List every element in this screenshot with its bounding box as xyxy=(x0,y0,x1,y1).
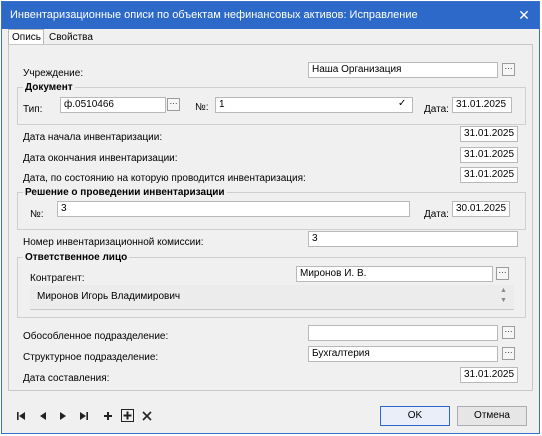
type-label: Тип: xyxy=(23,104,43,115)
responsible-group-title: Ответственное лицо xyxy=(23,252,130,264)
type-field[interactable]: ф.0510466 xyxy=(60,97,166,113)
separate-division-field[interactable] xyxy=(308,325,498,341)
inv-state-field[interactable]: 31.01.2025 xyxy=(460,167,518,183)
next-record-icon[interactable] xyxy=(57,410,69,422)
commission-label: Номер инвентаризационной комиссии: xyxy=(23,237,204,248)
scroll-up-icon[interactable]: ▲ xyxy=(500,287,507,294)
counterparty-fullname: Миронов Игорь Владимирович xyxy=(37,291,181,302)
inv-end-field[interactable]: 31.01.2025 xyxy=(460,147,518,163)
counterparty-fullname-box: Миронов Игорь Владимирович ▲ ▼ xyxy=(30,285,514,310)
decision-date-label: Дата: xyxy=(424,209,449,220)
document-group-title: Документ xyxy=(23,82,75,94)
date-field[interactable]: 31.01.2025 xyxy=(452,97,512,113)
compiled-date-label: Дата составления: xyxy=(23,373,110,384)
institution-field[interactable]: Наша Организация xyxy=(308,62,498,78)
separate-division-select-button[interactable]: ··· xyxy=(502,326,515,339)
decision-number-label: №: xyxy=(30,209,44,220)
check-icon[interactable]: ✓ xyxy=(398,98,406,109)
separate-division-label: Обособленное подразделение: xyxy=(23,331,169,342)
window-title: Инвентаризационные описи по объектам неф… xyxy=(10,9,418,21)
number-field[interactable]: 1 xyxy=(215,97,413,113)
inv-state-label: Дата, по состоянию на которую проводится… xyxy=(23,173,306,184)
structural-division-select-button[interactable]: ··· xyxy=(502,347,515,360)
commission-field[interactable]: 3 xyxy=(308,231,518,247)
title-bar: Инвентаризационные описи по объектам неф… xyxy=(2,2,539,29)
tab-properties[interactable]: Свойства xyxy=(46,30,94,45)
cancel-button[interactable]: Отмена xyxy=(457,406,527,426)
add-boxed-icon[interactable] xyxy=(121,409,134,422)
inv-start-field[interactable]: 31.01.2025 xyxy=(460,126,518,142)
decision-number-field[interactable]: 3 xyxy=(57,201,410,217)
first-record-icon[interactable] xyxy=(15,410,27,422)
structural-division-field[interactable]: Бухгалтерия xyxy=(308,346,498,362)
inv-start-label: Дата начала инвентаризации: xyxy=(23,132,163,143)
ok-button[interactable]: OK xyxy=(380,406,450,426)
type-select-button[interactable]: ··· xyxy=(167,98,180,111)
counterparty-field[interactable]: Миронов И. В. xyxy=(296,266,493,282)
last-record-icon[interactable] xyxy=(78,410,90,422)
compiled-date-field[interactable]: 31.01.2025 xyxy=(460,367,518,383)
institution-select-button[interactable]: ··· xyxy=(502,63,515,76)
number-label: №: xyxy=(195,102,209,113)
prev-record-icon[interactable] xyxy=(37,410,49,422)
inv-end-label: Дата окончания инвентаризации: xyxy=(23,153,178,164)
add-icon[interactable] xyxy=(102,410,114,422)
counterparty-select-button[interactable]: ··· xyxy=(496,267,509,280)
decision-date-field[interactable]: 30.01.2025 xyxy=(452,201,510,217)
close-icon[interactable]: ✕ xyxy=(515,6,533,24)
dialog-window: Инвентаризационные описи по объектам неф… xyxy=(1,1,540,434)
counterparty-label: Контрагент: xyxy=(30,273,85,284)
date-label: Дата: xyxy=(424,104,449,115)
form-panel: Учреждение: Наша Организация ··· Докумен… xyxy=(8,44,533,391)
institution-label: Учреждение: xyxy=(23,68,84,79)
delete-icon[interactable] xyxy=(141,410,153,422)
structural-division-label: Структурное подразделение: xyxy=(23,352,159,363)
decision-group-title: Решение о проведении инвентаризации xyxy=(23,187,227,199)
scroll-down-icon[interactable]: ▼ xyxy=(500,297,507,304)
